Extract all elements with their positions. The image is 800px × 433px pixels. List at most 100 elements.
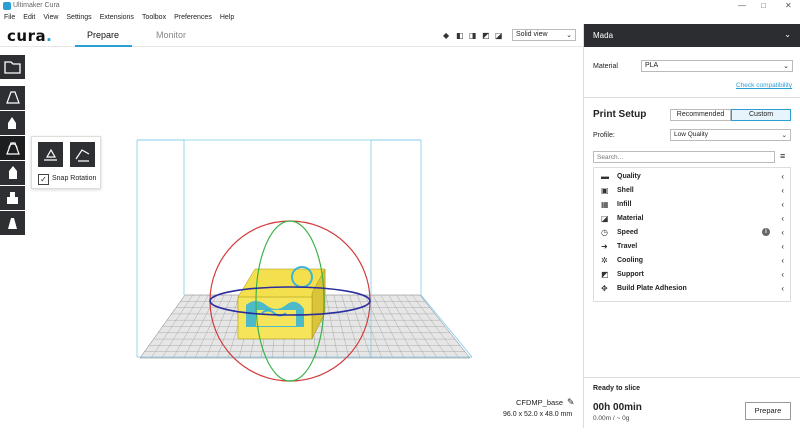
category-cooling[interactable]: ✲ Cooling ‹ [594, 254, 790, 268]
window-title: Ultimaker Cura [13, 2, 60, 9]
snap-rotation-checkbox[interactable]: ✓ [38, 174, 49, 185]
close-button[interactable]: ✕ [785, 1, 792, 10]
category-label: Build Plate Adhesion [617, 285, 687, 292]
chevron-down-icon: ⌄ [781, 132, 787, 139]
menu-extensions[interactable]: Extensions [96, 12, 138, 24]
view-mode-value: Solid view [516, 31, 548, 38]
material-label: Material [593, 63, 618, 70]
folder-icon [4, 61, 21, 74]
edit-name-icon[interactable]: ✎ [567, 397, 575, 408]
profile-select[interactable]: Low Quality ⌄ [670, 129, 791, 141]
chevron-down-icon: ⌄ [566, 32, 572, 39]
chevron-down-icon: ⌄ [784, 30, 791, 39]
infill-icon: ▦ [601, 200, 609, 209]
cura-logo: cura. [7, 27, 53, 45]
cooling-icon: ✲ [601, 256, 608, 265]
settings-search-input[interactable] [593, 151, 775, 163]
travel-icon: ➜ [601, 242, 608, 251]
3d-viewport[interactable] [0, 47, 583, 428]
top-view-icon[interactable]: ◨ [469, 32, 477, 40]
support-blocker-button[interactable] [0, 211, 25, 235]
material-select[interactable]: PLA ⌄ [641, 60, 793, 72]
profile-value: Low Quality [674, 131, 708, 138]
menu-bar: File Edit View Settings Extensions Toolb… [0, 12, 800, 24]
header: cura. Prepare Monitor ◆ ◧ ◨ ◩ ◪ [0, 24, 583, 47]
print-setup-title: Print Setup [593, 109, 647, 120]
chevron-left-icon: ‹ [781, 172, 784, 181]
menu-help[interactable]: Help [216, 12, 238, 24]
print-time-estimate: 00h 00min [593, 402, 642, 413]
menu-preferences[interactable]: Preferences [170, 12, 216, 24]
divider [584, 97, 800, 98]
move-tool-button[interactable] [0, 86, 25, 110]
category-travel[interactable]: ➜ Travel ‹ [594, 240, 790, 254]
chevron-left-icon: ‹ [781, 228, 784, 237]
chevron-left-icon: ‹ [781, 284, 784, 293]
chevron-left-icon: ‹ [781, 186, 784, 195]
scale-icon [8, 117, 16, 129]
chevron-left-icon: ‹ [781, 200, 784, 209]
front-view-icon[interactable]: ◧ [456, 32, 464, 40]
category-speed[interactable]: ◷ Speed i ‹ [594, 226, 790, 240]
check-compatibility-link[interactable]: Check compatibility [736, 82, 792, 89]
info-icon[interactable]: i [762, 228, 770, 236]
scale-tool-button[interactable] [0, 111, 25, 135]
category-build-plate-adhesion[interactable]: ✥ Build Plate Adhesion ‹ [594, 282, 790, 296]
menu-view[interactable]: View [39, 12, 62, 24]
3d-view-icon[interactable]: ◆ [443, 32, 451, 40]
material-value: PLA [645, 62, 659, 69]
snap-rotation-label: Snap Rotation [52, 175, 97, 182]
recommended-mode-button[interactable]: Recommended [670, 109, 731, 121]
category-quality[interactable]: ▬ Quality ‹ [594, 170, 790, 184]
align-face-button[interactable] [70, 142, 95, 167]
minimize-button[interactable]: — [738, 1, 746, 10]
category-label: Support [617, 271, 644, 278]
menu-settings[interactable]: Settings [62, 12, 95, 24]
chevron-down-icon: ⌄ [783, 63, 789, 70]
settings-visibility-menu-icon[interactable]: ≡ [780, 151, 785, 161]
category-label: Shell [617, 187, 634, 194]
print-settings-panel: Mada ⌄ Material PLA ⌄ Check compatibilit… [583, 24, 800, 428]
lay-flat-button[interactable] [38, 142, 63, 167]
right-view-icon[interactable]: ◪ [495, 32, 503, 40]
category-label: Material [617, 215, 644, 222]
material-icon: ◪ [601, 214, 609, 223]
title-bar: Ultimaker Cura — □ ✕ [0, 0, 800, 12]
menu-toolbox[interactable]: Toolbox [138, 12, 170, 24]
menu-file[interactable]: File [0, 12, 19, 24]
category-shell[interactable]: ▣ Shell ‹ [594, 184, 790, 198]
view-mode-select[interactable]: Solid view ⌄ [512, 29, 576, 41]
prepare-slice-button[interactable]: Prepare [745, 402, 791, 420]
align-face-icon [75, 149, 90, 162]
custom-mode-button[interactable]: Custom [731, 109, 791, 121]
rotate-tool-panel: ✓ Snap Rotation [31, 136, 101, 189]
tab-monitor[interactable]: Monitor [156, 30, 186, 40]
mirror-tool-button[interactable] [0, 161, 25, 185]
build-plate-adhesion-icon: ✥ [601, 284, 608, 293]
model-name: CFDMP_base [516, 398, 564, 407]
category-label: Infill [617, 201, 632, 208]
model-dimensions: 96.0 x 52.0 x 48.0 mm [503, 411, 573, 418]
support-icon: ◩ [601, 270, 609, 279]
rotate-tool-button[interactable] [0, 136, 25, 160]
chevron-left-icon: ‹ [781, 256, 784, 265]
category-material[interactable]: ◪ Material ‹ [594, 212, 790, 226]
category-support[interactable]: ◩ Support ‹ [594, 268, 790, 282]
category-infill[interactable]: ▦ Infill ‹ [594, 198, 790, 212]
profile-label: Profile: [593, 132, 615, 139]
per-model-settings-icon [7, 192, 18, 204]
material-estimate: 0.00m / ~ 0g [593, 415, 630, 422]
model-cfdmp-base[interactable] [237, 266, 326, 340]
menu-edit[interactable]: Edit [19, 12, 39, 24]
speed-icon: ◷ [601, 228, 608, 237]
tab-prepare[interactable]: Prepare [87, 30, 119, 40]
build-volume-scene [136, 139, 473, 382]
open-file-button[interactable] [0, 55, 25, 79]
machine-name: Mada [593, 31, 614, 40]
support-blocker-icon [8, 218, 17, 229]
lay-flat-icon [44, 148, 57, 161]
maximize-button[interactable]: □ [761, 1, 766, 10]
machine-selector[interactable]: Mada ⌄ [584, 24, 800, 47]
left-view-icon[interactable]: ◩ [482, 32, 490, 40]
per-model-settings-button[interactable] [0, 186, 25, 210]
